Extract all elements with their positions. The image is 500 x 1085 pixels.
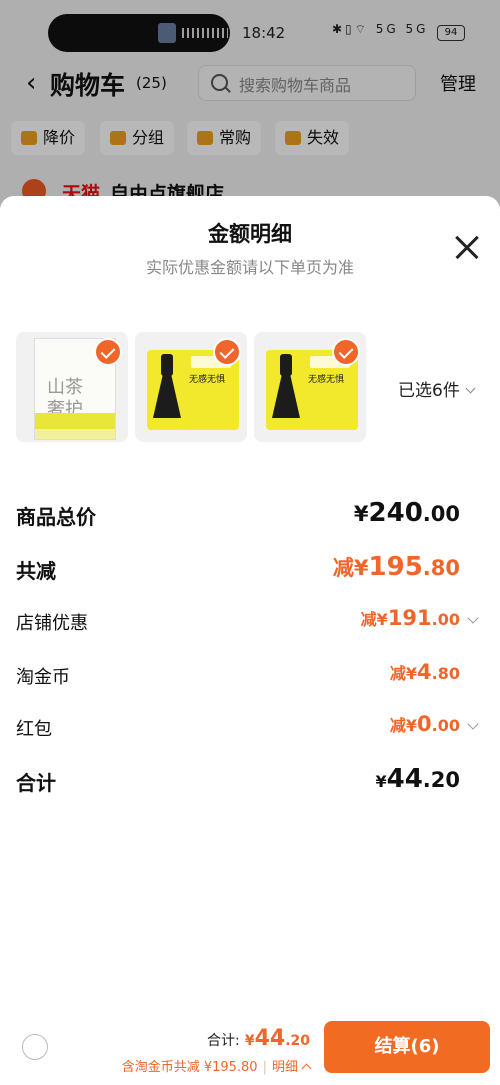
chevron-up-icon xyxy=(301,1063,312,1074)
check-icon[interactable] xyxy=(332,338,360,366)
row-label: 商品总价 xyxy=(16,505,96,529)
row-value: 减¥195.80 xyxy=(332,552,460,582)
row-value: ¥240.00 xyxy=(353,498,460,528)
dress-graphic xyxy=(153,356,181,418)
total-line: 合计: ¥44.20 xyxy=(207,1026,310,1051)
close-icon[interactable] xyxy=(454,234,480,260)
row-value: 减¥191.00 xyxy=(360,606,460,630)
check-icon[interactable] xyxy=(213,338,241,366)
row-value: 减¥0.00 xyxy=(389,712,460,736)
row-label: 合计 xyxy=(16,771,56,795)
chevron-down-icon xyxy=(467,718,479,730)
row-taojinbi: 淘金币 减¥4.80 xyxy=(0,660,500,692)
row-label: 共减 xyxy=(16,559,56,583)
row-subtotal: 商品总价 ¥240.00 xyxy=(0,498,500,530)
row-label: 店铺优惠 xyxy=(16,613,88,634)
product-package-text: 无感无惧 xyxy=(308,375,345,385)
dress-graphic xyxy=(272,356,300,418)
detail-toggle[interactable]: 明细 xyxy=(272,1060,298,1075)
row-value: ¥44.20 xyxy=(375,764,460,794)
product-thumbnail[interactable]: 无感无惧 xyxy=(135,332,247,442)
sheet-subtitle: 实际优惠金额请以下单页为准 xyxy=(145,258,354,277)
chevron-down-icon xyxy=(465,383,476,394)
row-label: 红包 xyxy=(16,719,52,740)
product-thumbnail[interactable]: 山茶 奢护 xyxy=(16,332,128,442)
row-red-packet[interactable]: 红包 减¥0.00 xyxy=(0,712,500,744)
checkout-button[interactable]: 结算(6) xyxy=(324,1021,490,1073)
discount-summary[interactable]: 含淘金币共减 ¥195.80 | 明细 xyxy=(121,1056,312,1075)
sheet-title: 金额明细 xyxy=(208,222,292,246)
product-thumbnail[interactable]: 无感无惧 xyxy=(254,332,366,442)
row-value: 减¥4.80 xyxy=(389,660,460,684)
check-icon[interactable] xyxy=(94,338,122,366)
amount-detail-sheet: 金额明细 实际优惠金额请以下单页为准 山茶 奢护 无感无惧 无感无惧 已选6件 xyxy=(0,196,500,1085)
selected-count-toggle[interactable]: 已选6件 xyxy=(398,376,476,401)
row-store-discount[interactable]: 店铺优惠 减¥191.00 xyxy=(0,606,500,638)
selected-count-label: 已选6件 xyxy=(398,381,460,401)
chevron-down-icon xyxy=(467,612,479,624)
row-grand-total: 合计 ¥44.20 xyxy=(0,764,500,796)
checkout-bar: 合计: ¥44.20 含淘金币共减 ¥195.80 | 明细 结算(6) xyxy=(0,1012,500,1085)
row-label: 淘金币 xyxy=(16,667,70,688)
discount-summary-text: 含淘金币共减 ¥195.80 xyxy=(121,1060,258,1075)
row-total-discount: 共减 减¥195.80 xyxy=(0,552,500,584)
product-package-text: 无感无惧 xyxy=(189,375,226,385)
select-all-radio[interactable] xyxy=(22,1034,48,1060)
